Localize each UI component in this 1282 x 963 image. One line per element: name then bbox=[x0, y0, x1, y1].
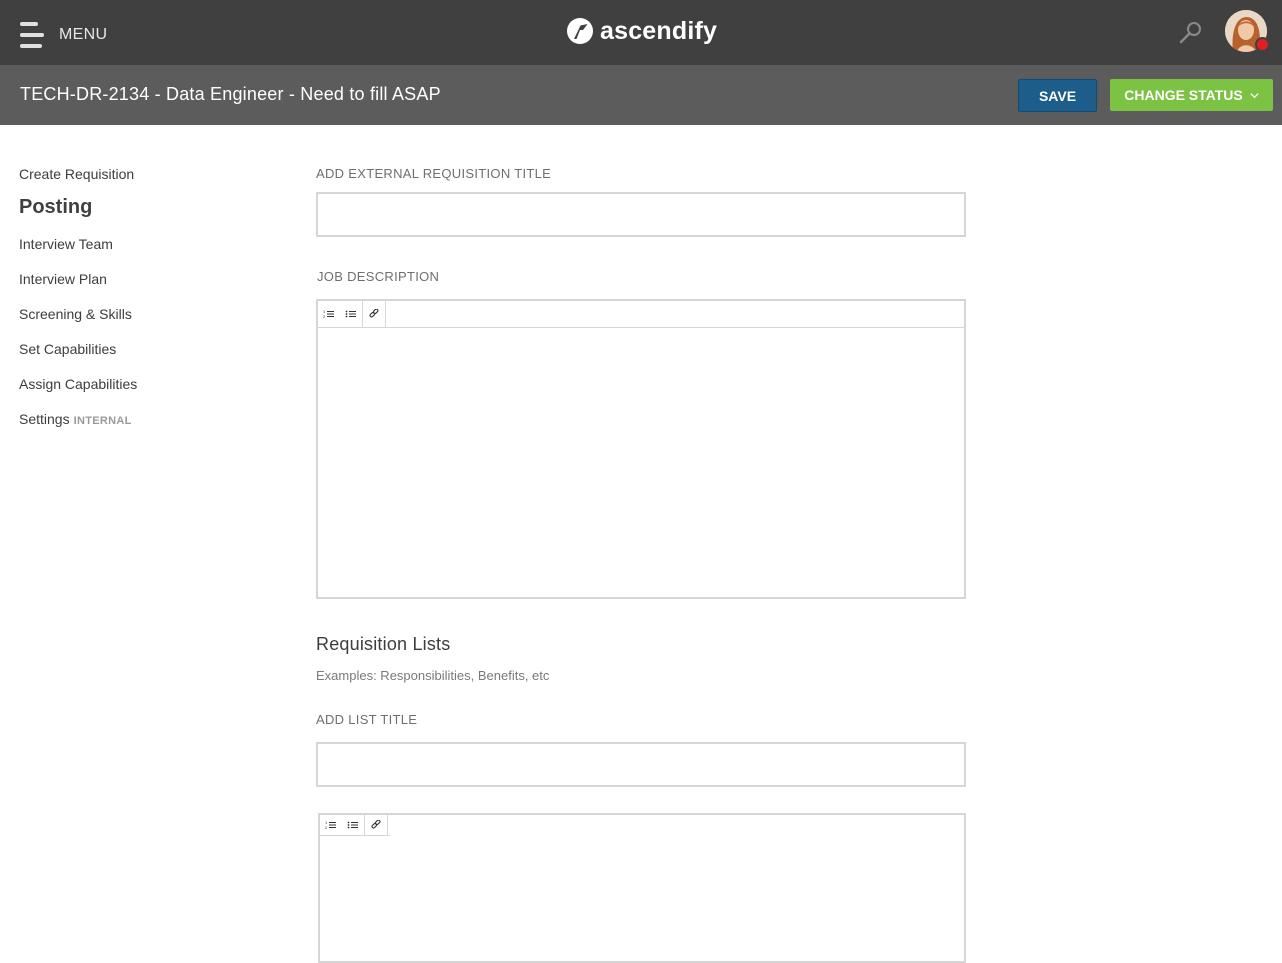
link-icon[interactable] bbox=[363, 301, 385, 327]
chevron-down-icon bbox=[1250, 92, 1259, 98]
menu-icon[interactable] bbox=[20, 22, 44, 48]
job-description-label: JOB DESCRIPTION bbox=[317, 269, 440, 284]
ordered-list-icon[interactable]: 12 bbox=[320, 815, 342, 835]
notification-dot bbox=[1255, 37, 1270, 52]
nav-set-capabilities[interactable]: Set Capabilities bbox=[19, 341, 116, 357]
nav-interview-plan[interactable]: Interview Plan bbox=[19, 271, 107, 287]
change-status-label: CHANGE STATUS bbox=[1124, 87, 1243, 103]
toolbar-divider bbox=[318, 327, 964, 328]
requisition-lists-heading: Requisition Lists bbox=[316, 634, 451, 654]
job-description-editor[interactable]: 12 bbox=[316, 299, 966, 599]
external-title-input[interactable] bbox=[316, 192, 966, 237]
external-title-label: ADD EXTERNAL REQUISITION TITLE bbox=[316, 166, 552, 181]
toolbar-divider bbox=[320, 835, 390, 836]
list-title-label: ADD LIST TITLE bbox=[316, 712, 418, 727]
list-items-editor[interactable]: 12 bbox=[318, 813, 966, 963]
menu-label[interactable]: MENU bbox=[59, 26, 107, 44]
nav-screening-skills[interactable]: Screening & Skills bbox=[19, 306, 132, 322]
nav-settings-label: Settings bbox=[19, 411, 70, 427]
nav-settings[interactable]: Settings INTERNAL bbox=[19, 411, 132, 427]
save-button[interactable]: SAVE bbox=[1018, 79, 1097, 112]
internal-badge: INTERNAL bbox=[73, 415, 132, 427]
search-icon[interactable] bbox=[1178, 20, 1204, 46]
svg-text:2: 2 bbox=[325, 825, 328, 830]
brand-logo-icon bbox=[567, 18, 593, 44]
change-status-button[interactable]: CHANGE STATUS bbox=[1110, 79, 1273, 111]
job-description-toolbar: 12 bbox=[318, 301, 386, 327]
brand-name: ascendify bbox=[600, 16, 718, 45]
nav-assign-capabilities[interactable]: Assign Capabilities bbox=[19, 376, 137, 392]
nav-create-requisition[interactable]: Create Requisition bbox=[19, 166, 134, 182]
svg-text:2: 2 bbox=[323, 314, 326, 319]
brand-logo[interactable]: ascendify bbox=[567, 16, 717, 46]
unordered-list-icon[interactable] bbox=[340, 301, 362, 327]
requisition-lists-hint: Examples: Responsibilities, Benefits, et… bbox=[316, 668, 550, 683]
nav-posting[interactable]: Posting bbox=[19, 196, 92, 219]
ordered-list-icon[interactable]: 12 bbox=[318, 301, 340, 327]
link-icon[interactable] bbox=[365, 815, 387, 835]
unordered-list-icon[interactable] bbox=[342, 815, 364, 835]
list-title-input[interactable] bbox=[316, 742, 966, 787]
page-title: TECH-DR-2134 - Data Engineer - Need to f… bbox=[20, 84, 441, 104]
list-items-toolbar: 12 bbox=[320, 815, 388, 835]
nav-interview-team[interactable]: Interview Team bbox=[19, 236, 113, 252]
toolbar-separator bbox=[387, 815, 388, 835]
toolbar-separator bbox=[385, 301, 386, 327]
